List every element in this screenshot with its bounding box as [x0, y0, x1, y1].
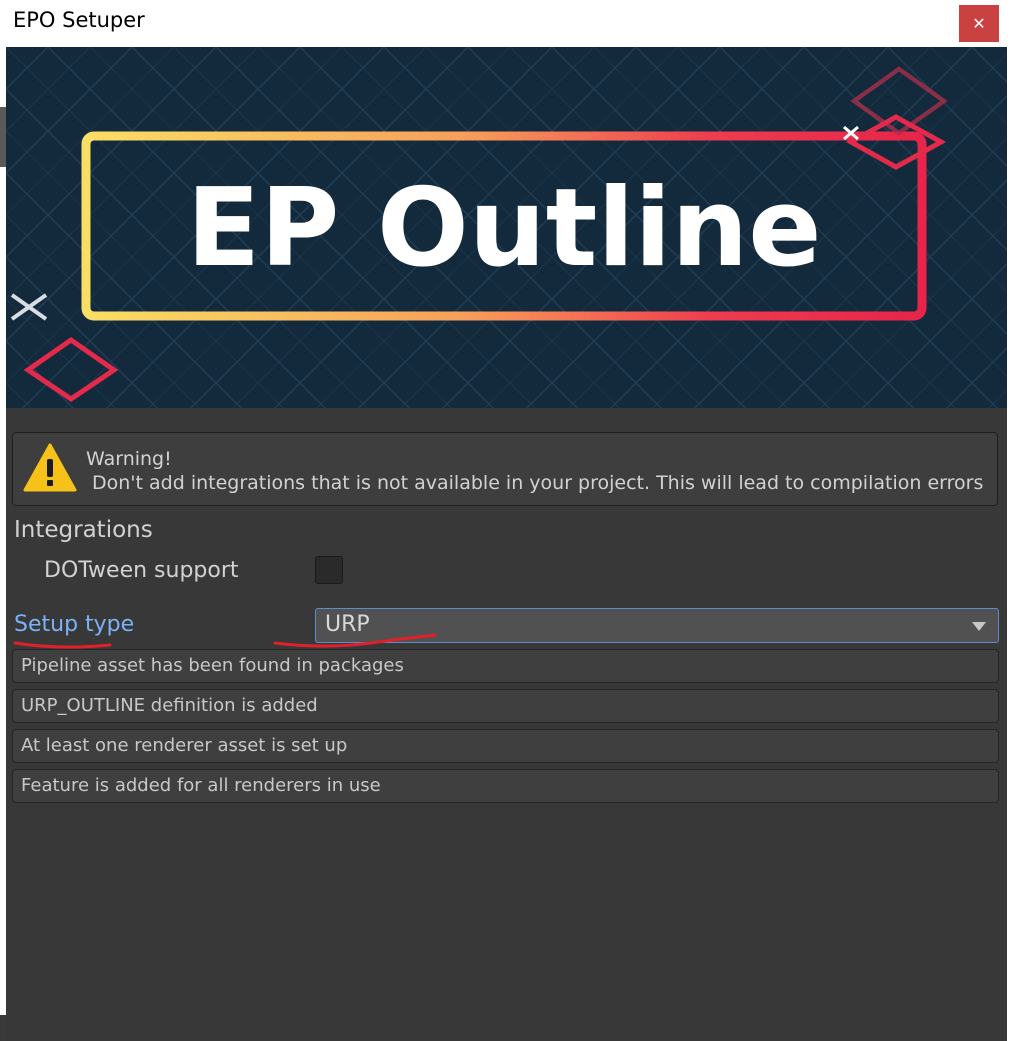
setup-type-value: URP — [325, 612, 370, 637]
status-item-text: Feature is added for all renderers in us… — [21, 775, 381, 796]
status-item-text: At least one renderer asset is set up — [21, 735, 348, 756]
status-item: At least one renderer asset is set up — [12, 729, 999, 763]
window-titlebar: EPO Setuper ✕ — [0, 0, 1010, 47]
close-button[interactable]: ✕ — [959, 5, 999, 42]
status-item-text: Pipeline asset has been found in package… — [21, 655, 404, 676]
status-item: URP_OUTLINE definition is added — [12, 689, 999, 723]
dotween-support-checkbox[interactable] — [315, 556, 343, 584]
setup-type-dropdown[interactable]: URP — [315, 608, 999, 643]
status-item: Pipeline asset has been found in package… — [12, 649, 999, 683]
banner-graphic: EP Outline — [6, 47, 1007, 408]
setup-type-label: Setup type — [14, 612, 135, 637]
dotween-support-label: DOTween support — [44, 558, 239, 583]
banner-image: EP Outline — [6, 47, 1007, 408]
warning-icon — [23, 443, 77, 492]
status-item-text: URP_OUTLINE definition is added — [21, 695, 318, 716]
integrations-heading: Integrations — [14, 517, 153, 543]
window-title: EPO Setuper — [13, 8, 145, 32]
status-item: Feature is added for all renderers in us… — [12, 769, 999, 803]
warning-message: Don't add integrations that is not avail… — [92, 472, 984, 494]
logo-text: EP Outline — [186, 166, 821, 291]
chevron-down-icon — [972, 622, 986, 631]
window-right-edge — [1007, 47, 1016, 1041]
warning-box: Warning! Don't add integrations that is … — [12, 432, 998, 506]
warning-title: Warning! — [86, 448, 172, 470]
close-icon: ✕ — [972, 14, 986, 33]
